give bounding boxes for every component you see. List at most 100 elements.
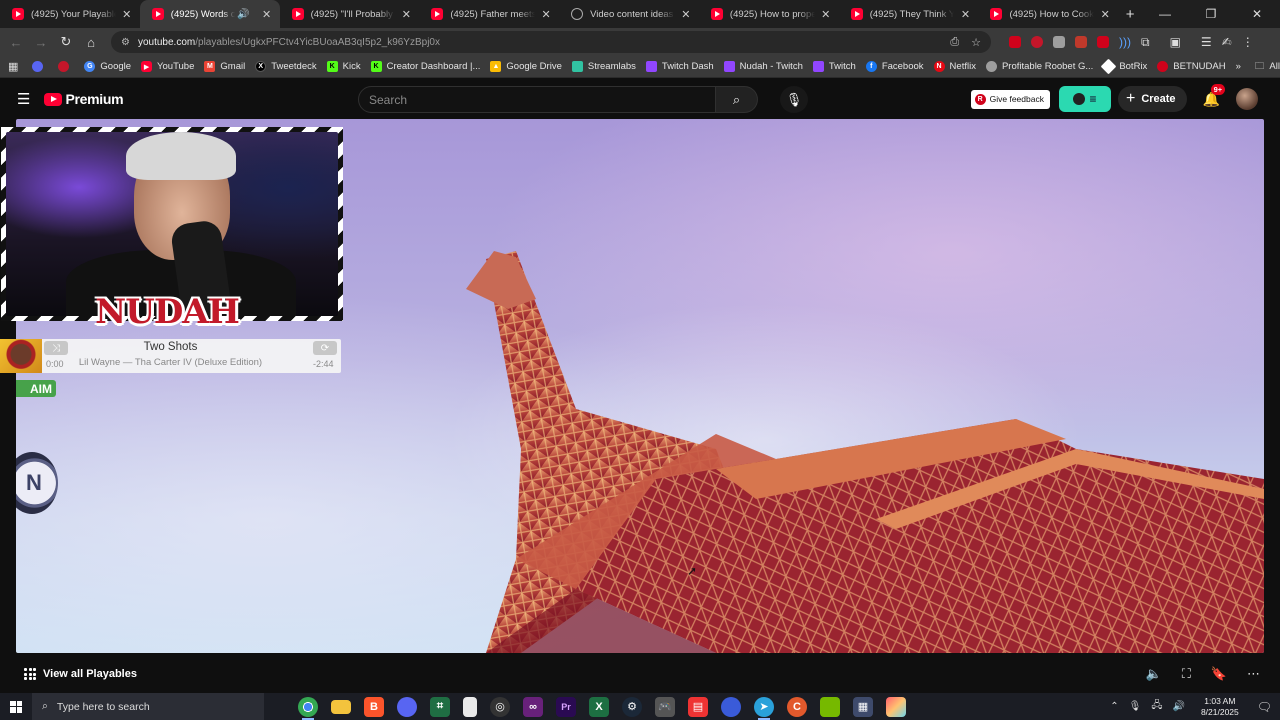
more-bookmarks-chevron-icon[interactable]: » (1236, 61, 1241, 72)
close-icon[interactable]: ✕ (399, 8, 413, 21)
bookmark-facebook[interactable]: f Facebook (865, 61, 924, 72)
steam-icon[interactable]: ⚙ (622, 696, 642, 717)
bookmark-google-drive[interactable]: ▲ Google Drive (490, 61, 562, 72)
start-button[interactable] (0, 700, 32, 713)
bookmark-youtube[interactable]: ▶ YouTube (141, 61, 194, 72)
new-tab-button[interactable]: + (1118, 6, 1142, 23)
adblock-extension-icon[interactable] (1009, 36, 1021, 48)
gradient-app-icon[interactable] (886, 696, 906, 717)
puzzle-extensions-icon[interactable]: ⧉ (1141, 35, 1150, 50)
bookmark-star-icon[interactable]: ☆ (971, 36, 981, 49)
voice-search-button[interactable]: 🎙 (780, 86, 808, 113)
notepad-icon[interactable] (463, 696, 477, 717)
calculator-icon[interactable]: ▦ (853, 696, 873, 717)
premiere-icon[interactable]: Pr (556, 696, 576, 717)
view-all-playables-button[interactable]: View all Playables (24, 668, 137, 680)
chrome-icon[interactable] (298, 696, 318, 720)
bookmark-betnudah[interactable]: BETNUDAH (1157, 61, 1226, 72)
menu-kebab-icon[interactable]: ⋮ (1242, 35, 1254, 49)
bookmark-nudah-twitch[interactable]: Nudah - Twitch (723, 61, 803, 72)
clock[interactable]: 1:03 AM 8/21/2025 (1201, 696, 1239, 718)
volume-icon[interactable]: 🔈 (1146, 666, 1162, 682)
search-button[interactable]: ⌕ (716, 86, 758, 113)
bookmark-creator-dashboard[interactable]: K Creator Dashboard |... (370, 61, 480, 72)
forward-arrow-icon[interactable]: → (29, 30, 53, 54)
bookmark-red-circle[interactable] (58, 61, 74, 72)
address-bar[interactable]: ⚙ youtube.com/playables/UgkxPFCtv4YicBUo… (111, 31, 991, 53)
bookmark-streamlabs[interactable]: Streamlabs (571, 61, 636, 72)
restore-button[interactable]: ❐ (1188, 0, 1234, 28)
visual-studio-icon[interactable]: ∞ (523, 696, 543, 717)
tab-probably-get-punched[interactable]: (4925) "I'll Probably Get Punched" ✕ (280, 0, 420, 28)
streamlabs-app-icon[interactable]: ▤ (688, 696, 708, 717)
home-icon[interactable]: ⌂ (79, 30, 103, 54)
notifications-button[interactable]: 🔔 9+ (1203, 83, 1226, 108)
close-icon[interactable]: ✕ (260, 8, 274, 21)
fullscreen-icon[interactable]: ⛶ (1182, 666, 1191, 682)
avatar[interactable] (1236, 88, 1258, 110)
close-icon[interactable]: ✕ (819, 8, 833, 21)
tray-chevron-icon[interactable]: ⌃ (1110, 701, 1118, 712)
tab-how-to-properly-cut[interactable]: (4925) How to properly cut ✕ (699, 0, 839, 28)
side-panel-icon[interactable]: ▣ (1170, 35, 1181, 49)
claim-badge[interactable]: AIM (16, 380, 56, 397)
signature-extension-icon[interactable]: ✍ (1222, 35, 1232, 49)
discord-icon[interactable] (397, 696, 417, 717)
notification-center-icon[interactable]: 🗨 (1257, 700, 1272, 714)
obs-icon[interactable]: ◎ (490, 696, 510, 717)
save-bookmark-icon[interactable]: 🔖 (1211, 666, 1227, 682)
install-app-icon[interactable]: ⎙ (950, 36, 959, 49)
file-explorer-icon[interactable] (331, 699, 351, 714)
bookmark-gmail[interactable]: M Gmail (204, 61, 245, 72)
extension-gray-icon[interactable] (1053, 36, 1065, 48)
bookmark-twitch-dash[interactable]: Twitch Dash (645, 61, 714, 72)
back-arrow-icon[interactable]: ← (4, 30, 28, 54)
bookmark-botrix[interactable]: BotRix (1101, 58, 1147, 75)
extension-flag-icon[interactable] (1075, 36, 1087, 48)
microphone-tray-icon[interactable]: 🎙 (1129, 701, 1142, 712)
tab-your-playables[interactable]: (4925) Your Playables - YouTube ✕ (0, 0, 140, 28)
minimize-button[interactable]: — (1142, 0, 1188, 28)
youtube-premium-logo[interactable]: Premium (44, 91, 124, 107)
hamburger-menu-icon[interactable]: ☰ (17, 90, 30, 108)
network-icon[interactable]: 🖧 (1151, 698, 1162, 715)
close-icon[interactable]: ✕ (679, 8, 693, 21)
extension-menu-button[interactable]: ≡ (1058, 86, 1111, 112)
site-info-icon[interactable]: ⚙ (121, 37, 130, 48)
close-icon[interactable]: ✕ (958, 8, 972, 21)
tab-how-to-cook-with[interactable]: (4925) How to Cook With ✕ (978, 0, 1118, 28)
bookmark-tweetdeck[interactable]: X Tweetdeck (255, 61, 317, 72)
all-bookmarks-button[interactable]: 🗀 All Bookmarks (1255, 59, 1280, 75)
bookmark-twitch[interactable]: Twitch (812, 61, 856, 72)
reload-icon[interactable]: ↻ (54, 30, 78, 54)
close-icon[interactable]: ✕ (539, 8, 553, 21)
reading-list-icon[interactable]: ☰ (1201, 35, 1212, 49)
search-input[interactable] (358, 86, 716, 113)
brave-icon[interactable]: B (364, 696, 384, 717)
close-window-button[interactable]: ✕ (1234, 0, 1280, 28)
bookmark-discord[interactable] (32, 61, 48, 72)
tab-they-think-youre-stupid[interactable]: (4925) They Think You're Stupid ✕ (839, 0, 979, 28)
more-options-icon[interactable]: ⋯ (1247, 666, 1260, 682)
apps-grid-icon[interactable]: ▦ (8, 60, 18, 73)
telegram-icon[interactable]: ➤ (754, 696, 774, 720)
volume-tray-icon[interactable]: 🔊 (1172, 701, 1184, 712)
taskbar-search[interactable]: ⌕ Type here to search (32, 693, 264, 720)
close-icon[interactable]: ✕ (1098, 8, 1112, 21)
close-icon[interactable]: ✕ (120, 8, 134, 21)
bookmark-netflix[interactable]: N Netflix (933, 61, 976, 72)
app-c-icon[interactable]: C (787, 696, 807, 717)
audio-extension-icon[interactable]: ))) (1119, 35, 1131, 49)
extension-red-icon[interactable] (1031, 36, 1043, 48)
create-button[interactable]: + Create (1117, 86, 1187, 112)
speaker-icon[interactable]: 🔊 (237, 9, 249, 20)
terminal-icon[interactable]: ⌗ (430, 696, 450, 717)
app-circle-icon[interactable] (721, 696, 741, 717)
nvidia-icon[interactable] (820, 696, 840, 717)
game-controller-icon[interactable]: 🎮 (655, 696, 675, 717)
excel-icon[interactable]: X (589, 696, 609, 717)
give-feedback-button[interactable]: R Give feedback (970, 89, 1050, 109)
bookmark-profitable-roobet[interactable]: Profitable Roobet G... (985, 61, 1093, 72)
bookmark-google[interactable]: G Google (84, 61, 131, 72)
extension-bet-icon[interactable] (1097, 36, 1109, 48)
